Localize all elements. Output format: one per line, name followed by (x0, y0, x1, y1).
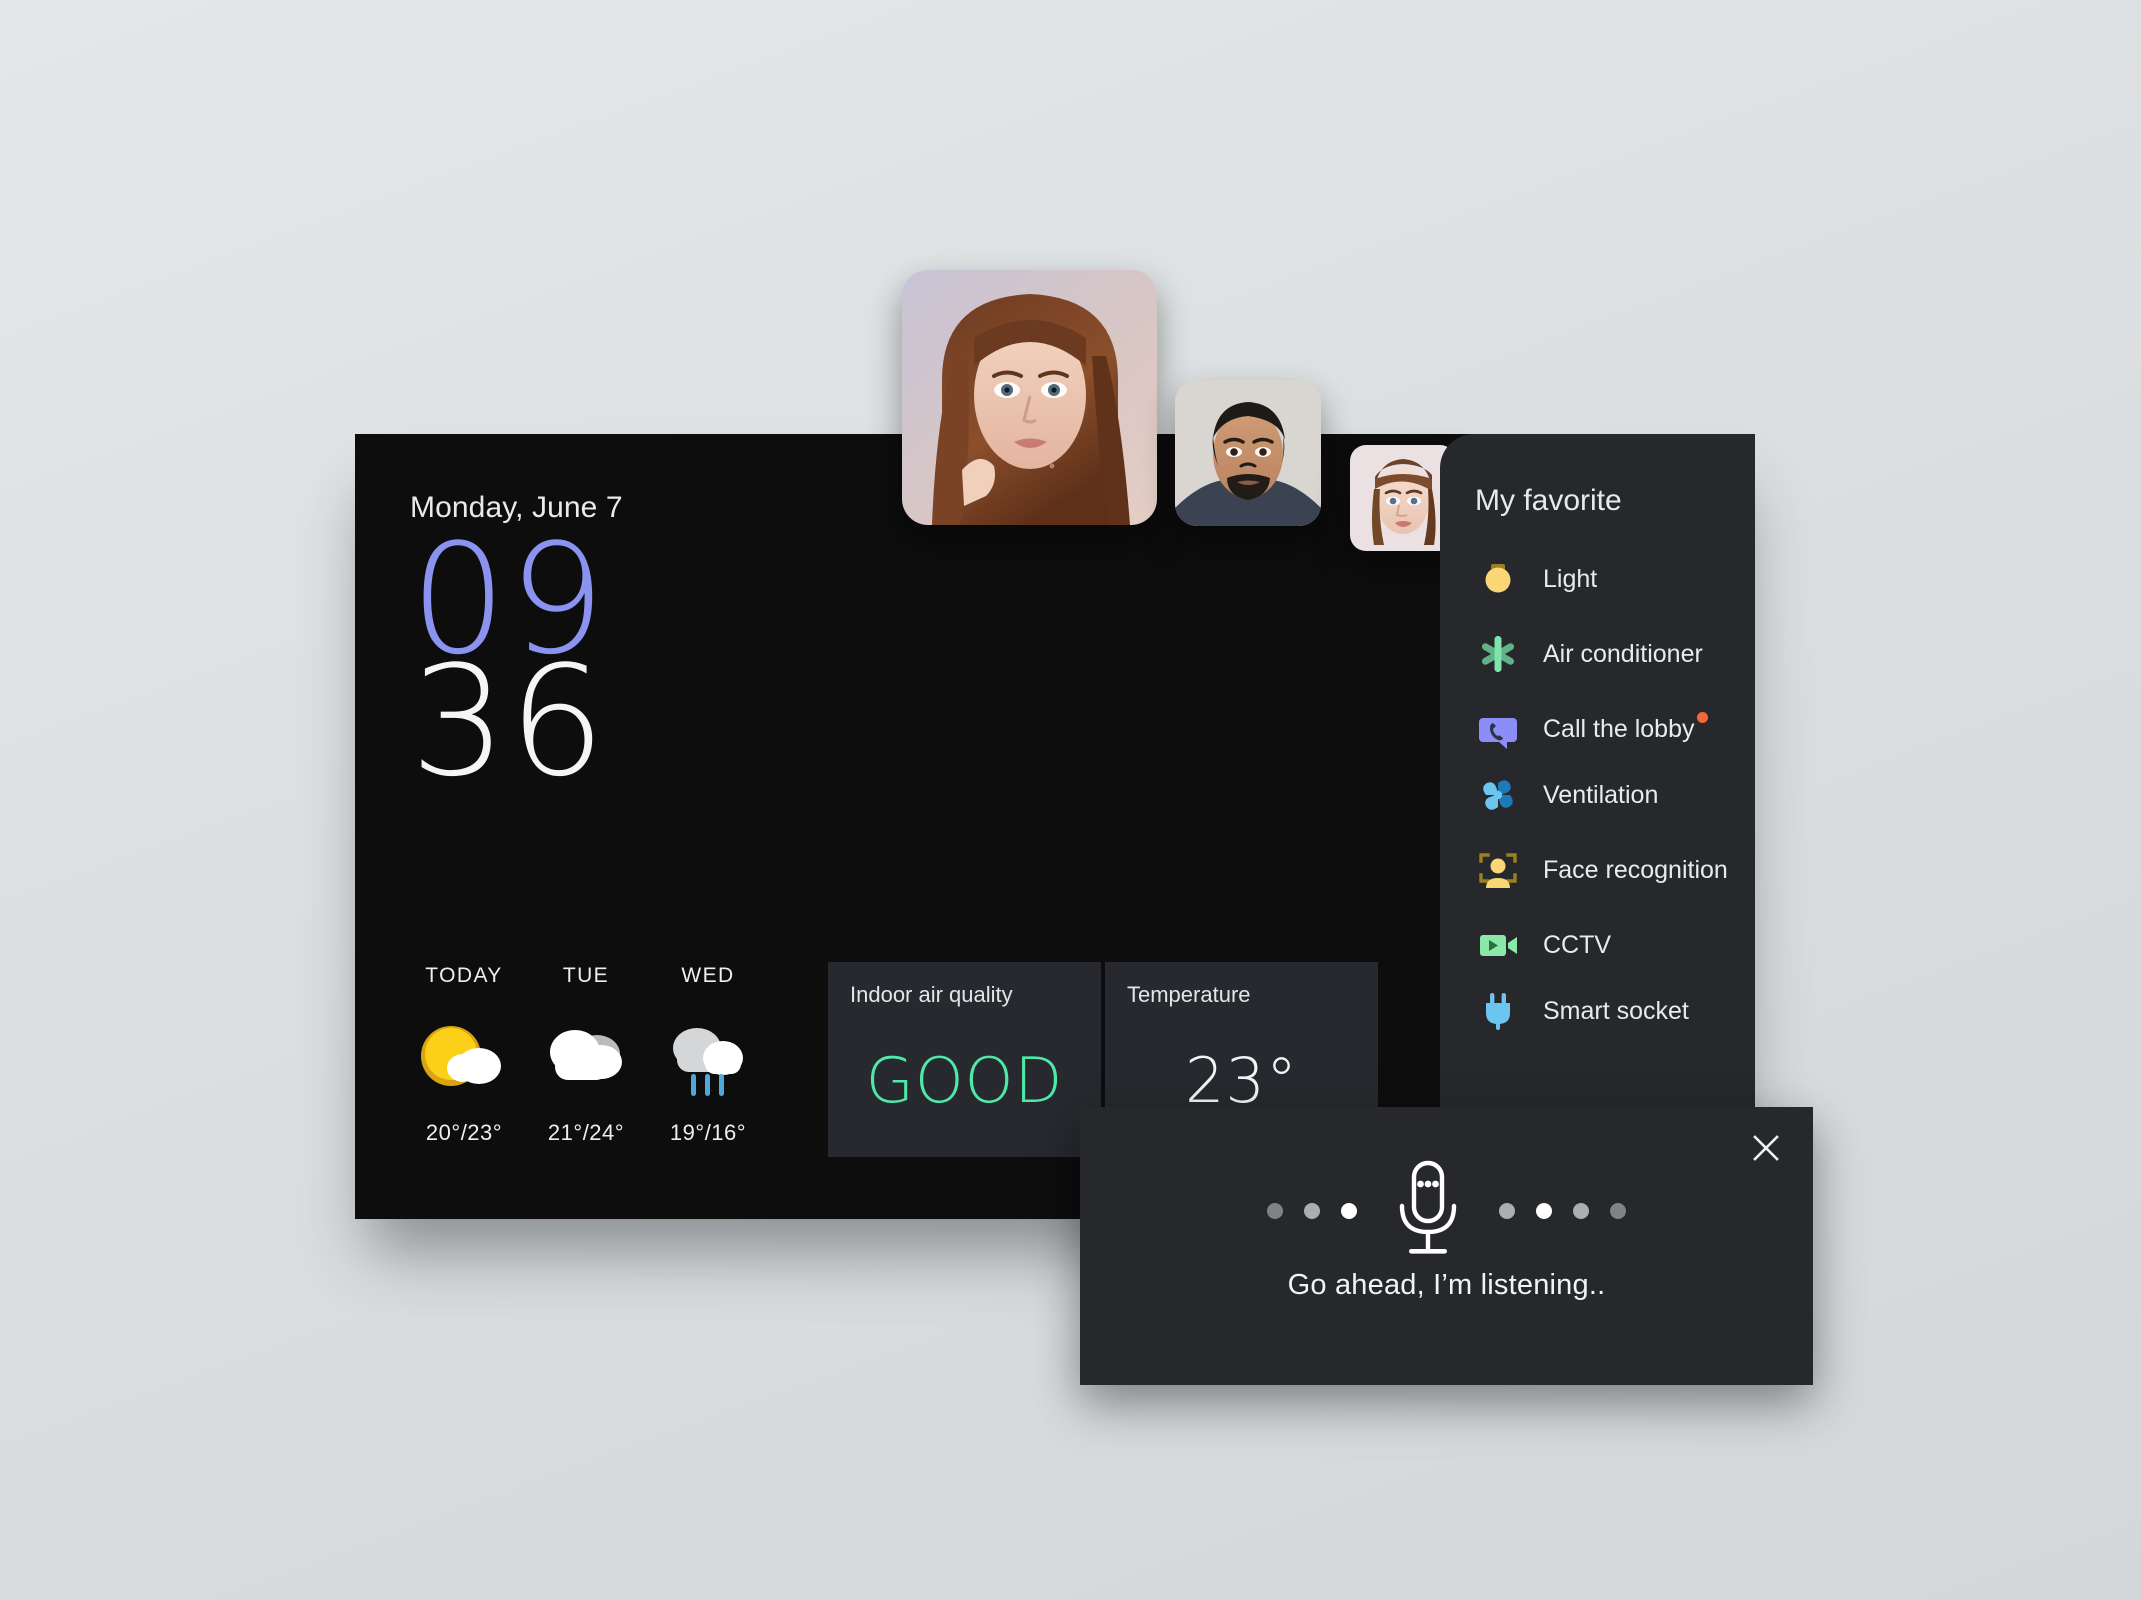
person-photo-medium[interactable] (1175, 380, 1321, 526)
forecast-day[interactable]: WED 19°/16° (647, 964, 769, 1146)
sidebar-item-label: CCTV (1543, 930, 1612, 959)
clock-minutes: 36 (410, 633, 608, 810)
clock-widget: Monday, June 7 09 36 (410, 491, 623, 810)
forecast-day[interactable]: TODAY 20°/23° (403, 964, 525, 1146)
forecast-day-label: TUE (562, 964, 610, 987)
voice-assistant-panel: Go ahead, I’m listening.. (1080, 1107, 1813, 1385)
sidebar-item-label: Call the lobby (1543, 711, 1709, 744)
weather-forecast: TODAY 20°/23° TUE 21°/24° WED 19°/16° (403, 964, 769, 1146)
forecast-day-label: WED (681, 964, 735, 987)
sidebar-item-label: Air conditioner (1543, 639, 1703, 668)
card-title: Temperature (1127, 982, 1251, 1007)
sidebar-item-ventilation[interactable]: Ventilation (1440, 762, 1755, 828)
sidebar-item-call-the-lobby[interactable]: Call the lobby (1440, 696, 1755, 762)
waveform-dot (1610, 1203, 1626, 1219)
phone-call-icon (1475, 706, 1521, 752)
power-plug-icon (1475, 988, 1521, 1034)
waveform-dots-left (1267, 1203, 1357, 1219)
voice-caption: Go ahead, I’m listening.. (1287, 1269, 1606, 1301)
sidebar-item-air-conditioner[interactable]: Air conditioner (1440, 612, 1755, 696)
waveform-dot (1573, 1203, 1589, 1219)
sidebar-title: My favorite (1475, 484, 1622, 517)
waveform-dot (1536, 1203, 1552, 1219)
forecast-day-label: TODAY (425, 964, 503, 987)
sun-behind-cloud-icon (403, 1010, 525, 1102)
air-conditioner-icon (1475, 631, 1521, 677)
forecast-temp: 19°/16° (669, 1120, 747, 1145)
favorites-sidebar: My favorite Light Air conditioner Call t… (1440, 434, 1755, 1219)
waveform-dot (1267, 1203, 1283, 1219)
forecast-temp: 20°/23° (425, 1120, 503, 1145)
card-value: GOOD (865, 1044, 1064, 1117)
favorites-list: Light Air conditioner Call the lobby Ven… (1440, 546, 1755, 1044)
notification-badge-dot (1697, 711, 1709, 723)
waveform-dots-right (1499, 1203, 1626, 1219)
fan-icon (1475, 772, 1521, 818)
time-display: 09 36 (410, 524, 623, 810)
sidebar-item-label: Face recognition (1543, 855, 1728, 884)
person-photo-large[interactable] (902, 270, 1157, 525)
waveform-dot (1304, 1203, 1320, 1219)
sidebar-item-light[interactable]: Light (1440, 546, 1755, 612)
sidebar-item-label: Ventilation (1543, 780, 1659, 809)
rain-cloud-icon (647, 1010, 769, 1102)
voice-visualizer (1080, 1159, 1813, 1263)
sidebar-item-cctv[interactable]: CCTV (1440, 912, 1755, 978)
forecast-temp: 21°/24° (547, 1120, 625, 1145)
card-title: Indoor air quality (850, 982, 1013, 1007)
sidebar-item-smart-socket[interactable]: Smart socket (1440, 978, 1755, 1044)
microphone-icon[interactable] (1391, 1159, 1465, 1263)
smart-home-dashboard-panel: Monday, June 7 09 36 TODAY 20°/23° TUE 2… (355, 270, 1813, 1385)
waveform-dot (1499, 1203, 1515, 1219)
waveform-dot (1341, 1203, 1357, 1219)
face-recognition-icon (1475, 847, 1521, 893)
ceiling-light-icon (1475, 556, 1521, 602)
forecast-day[interactable]: TUE 21°/24° (525, 964, 647, 1146)
sidebar-item-face-recognition[interactable]: Face recognition (1440, 828, 1755, 912)
sidebar-item-label: Smart socket (1543, 996, 1689, 1025)
sidebar-item-text: Call the lobby (1543, 714, 1695, 743)
sidebar-item-label: Light (1543, 564, 1598, 593)
cloud-icon (525, 1010, 647, 1102)
video-camera-icon (1475, 922, 1521, 968)
screen-background: Monday, June 7 09 36 TODAY 20°/23° TUE 2… (0, 0, 2141, 1600)
indoor-air-quality-card[interactable]: Indoor air quality GOOD (828, 962, 1101, 1157)
